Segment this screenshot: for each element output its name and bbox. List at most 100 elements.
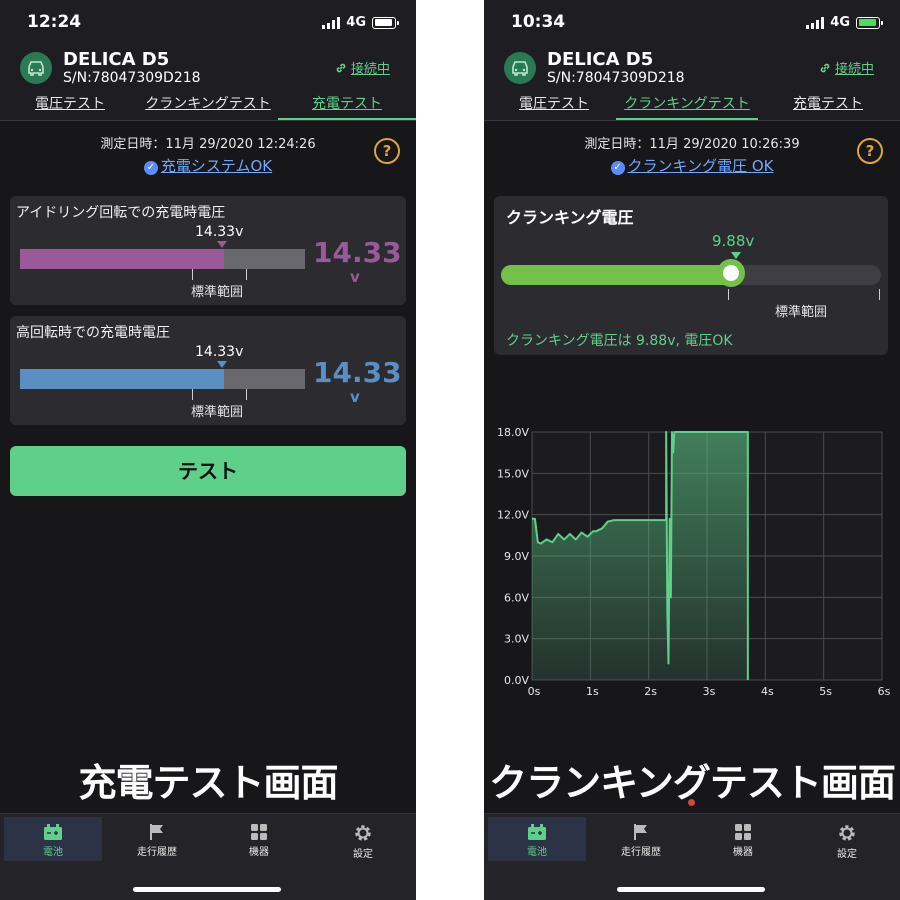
signal-icon (806, 16, 825, 29)
high-rpm-voltage-title: 高回転時での充電時電圧 (16, 325, 170, 341)
measured-datetime: 測定日時：11月 29/2020 12:24:26 (100, 137, 316, 152)
high-rpm-voltage-value: 14.33 (313, 356, 402, 389)
status-ok-link[interactable]: ✓ クランキング電圧 OK (484, 155, 900, 176)
cranking-value-knob (716, 259, 745, 287)
status-time: 12:24 (27, 12, 82, 32)
idle-range-label: 標準範囲 (191, 285, 244, 300)
test-tabs: 電圧テスト クランキングテスト 充電テスト (0, 94, 416, 121)
chart-y-tick-label: 18.0V (497, 426, 529, 439)
high-range-label: 標準範囲 (191, 405, 244, 420)
chart-y-tick-label: 12.0V (497, 509, 529, 522)
cranking-voltage-title: クランキング電圧 (506, 208, 634, 227)
chart-x-tick-label: 3s (703, 685, 716, 698)
idle-marker-triangle (217, 241, 227, 248)
chart-y-tick-label: 15.0V (497, 467, 529, 480)
charging-test-screen: 12:24 4G DELICA D5 S/N:78047309D218 接続中 … (0, 0, 416, 900)
cranking-voltage-value: 9.88v (712, 232, 755, 250)
high-rpm-voltage-unit: v (350, 388, 360, 406)
tabbar-item-settings[interactable]: 設定 (798, 817, 896, 861)
battery-icon (44, 824, 62, 840)
car-icon (512, 61, 528, 76)
screen-caption: 充電テスト画面 (78, 761, 338, 805)
home-indicator (133, 887, 281, 892)
cranking-voltage-card: クランキング電圧 9.88v 標準範囲 クランキング電圧は 9.88v, 電圧O… (494, 196, 888, 355)
status-bar: 12:24 4G (0, 0, 416, 44)
high-marker-triangle (217, 361, 227, 368)
tab-cranking-test[interactable]: クランキングテスト (140, 94, 276, 118)
idle-voltage-unit: v (350, 268, 360, 286)
chart-x-tick-label: 0s (528, 685, 541, 698)
tabbar-item-history[interactable]: 走行履歴 (592, 817, 690, 861)
test-tabs: 電圧テスト クランキングテスト 充電テスト (484, 94, 900, 121)
check-icon: ✓ (610, 161, 625, 175)
tabbar-item-battery[interactable]: 電池 (488, 817, 586, 861)
tab-voltage-test[interactable]: 電圧テスト (506, 94, 602, 118)
help-icon[interactable]: ? (857, 138, 883, 164)
tabbar-item-history[interactable]: 走行履歴 (108, 817, 206, 861)
cranking-voltage-chart: 0.0V 3.0V 6.0V 9.0V 12.0V 15.0V 18.0V 0s 1s 2s 3s 4… (497, 426, 891, 698)
bottom-tab-bar: 電池 走行履歴 機器 設定 (484, 813, 900, 900)
chart-y-tick-label: 9.0V (504, 550, 529, 563)
cranking-voltage-bar-fill (501, 265, 731, 285)
tab-charging-test[interactable]: 充電テスト (780, 94, 876, 118)
battery-icon (528, 824, 546, 840)
tab-charging-test[interactable]: 充電テスト (278, 94, 416, 120)
battery-status-icon (372, 16, 399, 29)
chart-x-tick-label: 1s (586, 685, 599, 698)
vehicle-name: DELICA D5 (547, 49, 654, 70)
check-icon: ✓ (143, 161, 158, 175)
high-rpm-voltage-card: 高回転時での充電時電圧 14.33v 標準範囲 14.33 v (10, 316, 406, 425)
connection-link[interactable]: 接続中 (818, 58, 874, 77)
car-avatar (20, 52, 52, 84)
chart-y-tick-label: 0.0V (504, 674, 529, 687)
cranking-voltage-bar (501, 265, 881, 285)
network-label: 4G (830, 15, 850, 30)
home-indicator (617, 887, 765, 892)
gear-icon (839, 825, 855, 841)
grid-icon (735, 824, 751, 840)
status-ok-link[interactable]: ✓ 充電システムOK (0, 155, 416, 176)
test-button[interactable]: テスト (10, 446, 406, 496)
car-avatar (504, 52, 536, 84)
gear-icon (355, 825, 371, 841)
tabbar-item-battery[interactable]: 電池 (4, 817, 102, 861)
measured-datetime: 測定日時：11月 29/2020 10:26:39 (584, 137, 800, 152)
cranking-marker-triangle (731, 252, 741, 259)
grid-icon (251, 824, 267, 840)
high-rpm-voltage-bar (20, 369, 305, 389)
cranking-result-message: クランキング電圧は 9.88v, 電圧OK (506, 333, 733, 349)
car-icon (28, 61, 44, 76)
high-marker-value: 14.33v (195, 344, 244, 360)
tab-voltage-test[interactable]: 電圧テスト (22, 94, 118, 118)
battery-charging-icon (856, 16, 883, 29)
bottom-tab-bar: 電池 走行履歴 機器 設定 (0, 813, 416, 900)
idle-marker-value: 14.33v (195, 224, 244, 240)
chart-x-tick-label: 4s (761, 685, 774, 698)
link-icon (336, 63, 346, 72)
tabbar-item-devices[interactable]: 機器 (210, 817, 308, 861)
link-icon (820, 63, 830, 72)
cranking-range-label: 標準範囲 (775, 305, 828, 320)
vehicle-serial: S/N:78047309D218 (547, 70, 685, 86)
idle-voltage-title: アイドリング回転での充電時電圧 (16, 205, 226, 221)
help-icon[interactable]: ? (374, 138, 400, 164)
chart-x-tick-label: 6s (878, 685, 891, 698)
chart-x-tick-label: 2s (644, 685, 657, 698)
network-label: 4G (346, 15, 366, 30)
idle-voltage-bar-fill (20, 249, 224, 269)
chart-y-tick-label: 6.0V (504, 591, 529, 604)
flag-icon (634, 824, 647, 840)
vehicle-header: DELICA D5 S/N:78047309D218 接続中 (0, 44, 416, 92)
chart-x-tick-label: 5s (819, 685, 832, 698)
chart-y-tick-label: 3.0V (504, 633, 529, 646)
idle-voltage-bar (20, 249, 305, 269)
tab-cranking-test[interactable]: クランキングテスト (616, 94, 758, 120)
red-dot (688, 799, 695, 806)
signal-icon (322, 16, 341, 29)
vehicle-header: DELICA D5 S/N:78047309D218 接続中 (484, 44, 900, 92)
tabbar-item-devices[interactable]: 機器 (694, 817, 792, 861)
connection-link[interactable]: 接続中 (334, 58, 390, 77)
tabbar-item-settings[interactable]: 設定 (314, 817, 412, 861)
status-time: 10:34 (511, 12, 566, 32)
vehicle-serial: S/N:78047309D218 (63, 70, 201, 86)
